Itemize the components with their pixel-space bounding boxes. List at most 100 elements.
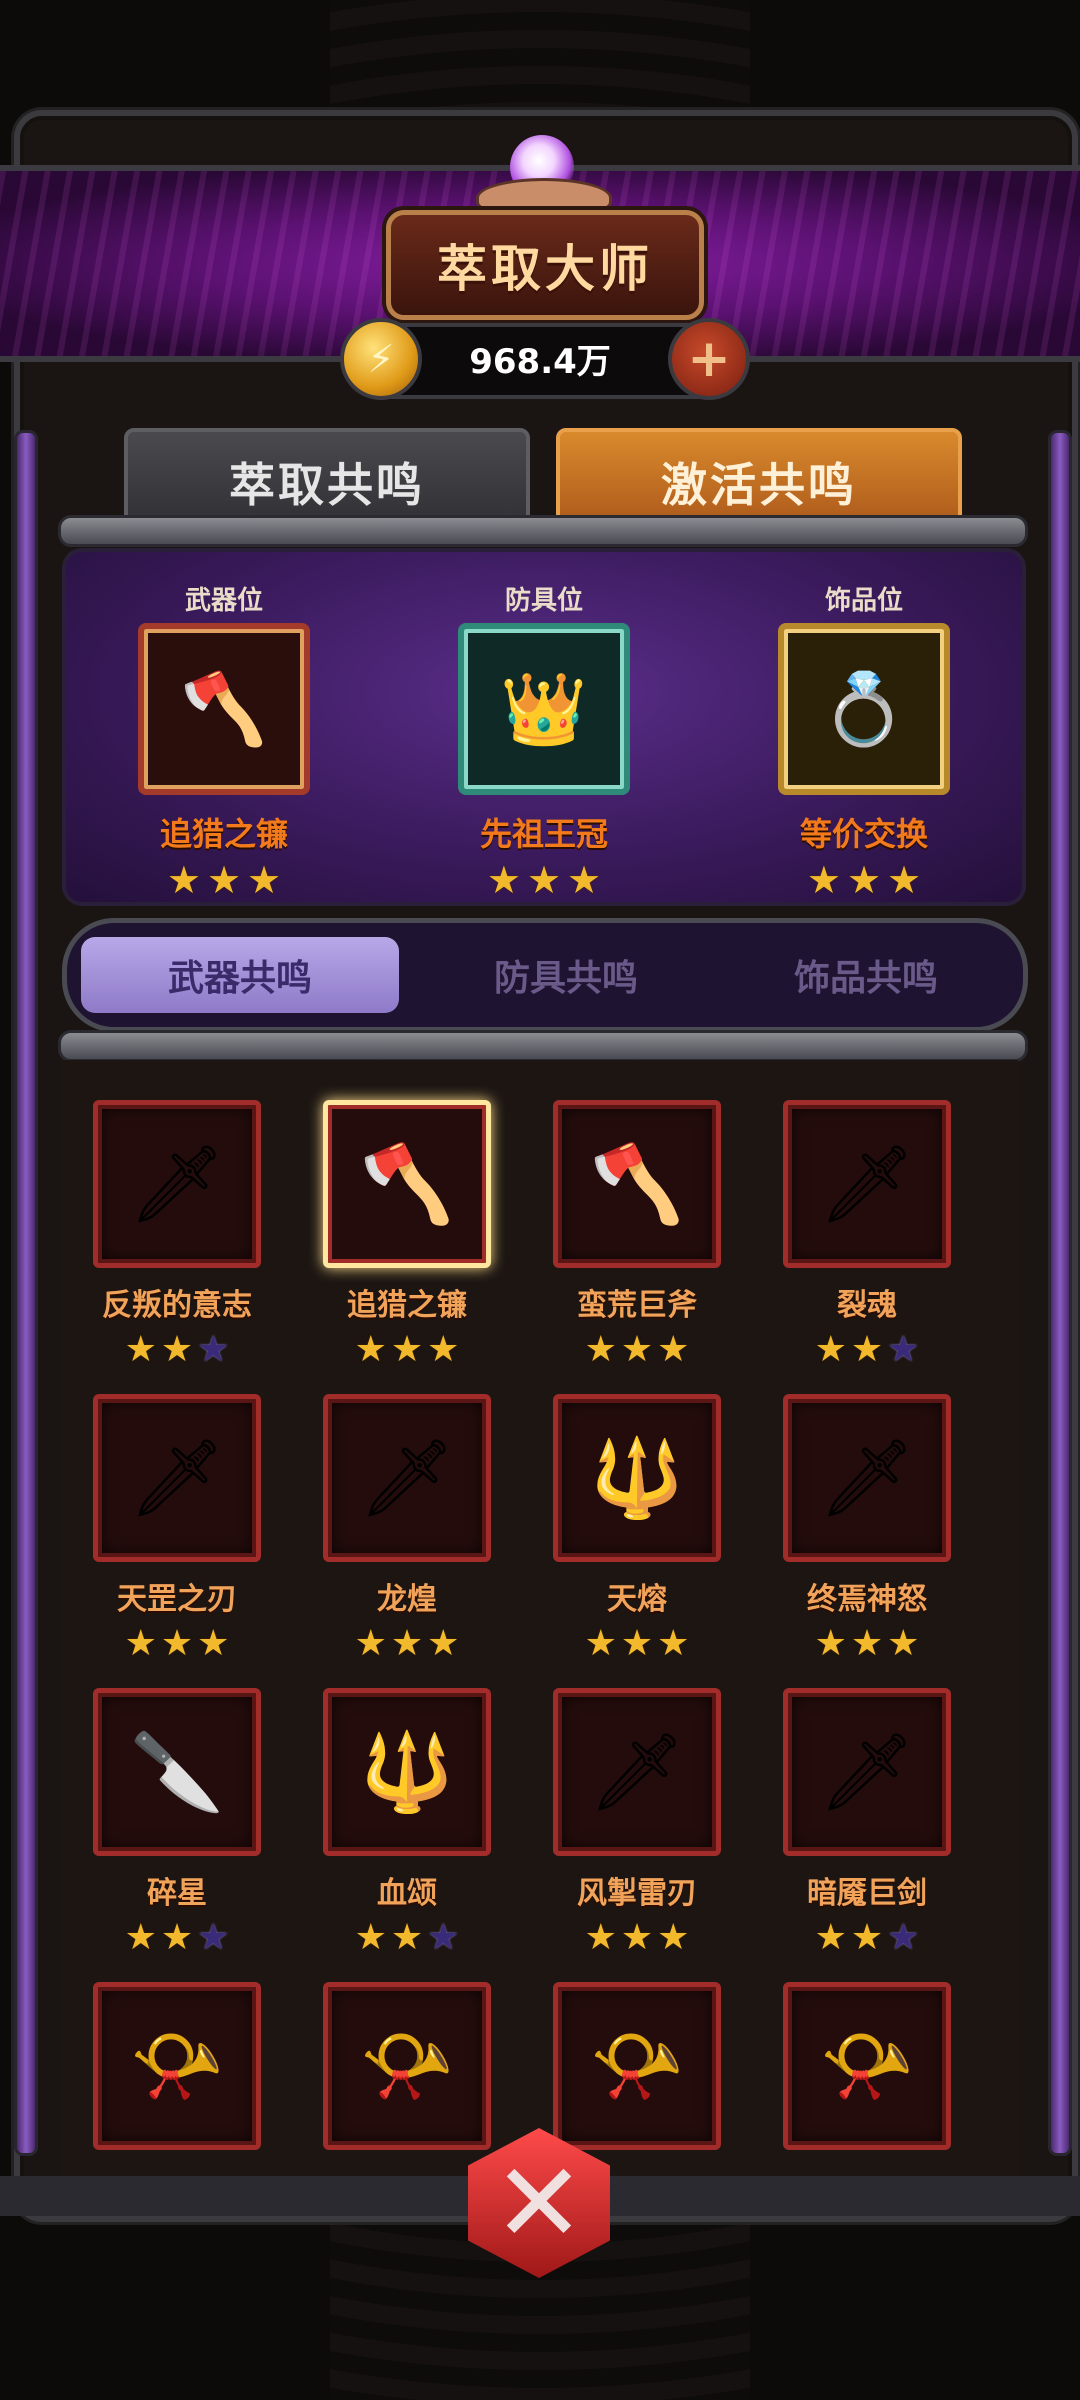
star-filled-icon: ★ bbox=[814, 1329, 847, 1370]
slot-item-name: 先祖王冠 bbox=[479, 815, 608, 853]
weapon-item[interactable]: 🔪 碎星 ★ ★ ★ bbox=[62, 1688, 292, 1956]
weapon-item[interactable]: 🪓 蛮荒巨斧 ★ ★ ★ bbox=[522, 1100, 752, 1368]
star-rating: ★ ★ ★ bbox=[522, 1332, 752, 1368]
horn-icon: 📯 bbox=[783, 1982, 951, 2150]
star-rating: ★ ★ ★ bbox=[746, 861, 982, 899]
star-filled-icon: ★ bbox=[390, 1917, 424, 1958]
star-filled-icon: ★ bbox=[887, 858, 922, 902]
star-rating: ★ ★ ★ bbox=[62, 1626, 292, 1662]
currency-amount: 968.4万 bbox=[469, 342, 611, 382]
weapon-item[interactable]: 🗡 终焉神怒 ★ ★ ★ bbox=[752, 1394, 982, 1662]
weapon-item[interactable]: 🗡 反叛的意志 ★ ★ ★ bbox=[62, 1100, 292, 1368]
star-filled-icon: ★ bbox=[814, 1917, 847, 1958]
star-filled-icon: ★ bbox=[354, 1623, 387, 1664]
weapon-item[interactable]: 🔱 天熔 ★ ★ ★ bbox=[522, 1394, 752, 1662]
armor-slot[interactable]: 防具位 👑 先祖王冠 ★ ★ ★ bbox=[426, 580, 662, 899]
weapon-item[interactable]: 📯 bbox=[752, 1982, 982, 2162]
accessory-slot[interactable]: 饰品位 💍 等价交换 ★ ★ ★ bbox=[746, 580, 982, 899]
star-rating: ★ ★ ★ bbox=[752, 1626, 982, 1662]
tab-label: 萃取共鸣 bbox=[229, 458, 425, 512]
divider bbox=[58, 515, 1028, 547]
star-filled-icon: ★ bbox=[567, 858, 602, 902]
weapon-item[interactable]: 📯 bbox=[62, 1982, 292, 2162]
star-filled-icon: ★ bbox=[160, 1917, 194, 1958]
star-filled-icon: ★ bbox=[887, 1623, 920, 1664]
right-rail bbox=[1048, 430, 1072, 2156]
weapon-item[interactable]: 🗡 风掣雷刃 ★ ★ ★ bbox=[522, 1688, 752, 1956]
star-filled-icon: ★ bbox=[850, 1329, 884, 1370]
star-rating: ★ ★ ★ bbox=[292, 1626, 522, 1662]
sword-icon: 🗡 bbox=[323, 1394, 491, 1562]
slot-item-name: 追猎之镰 bbox=[159, 815, 288, 853]
star-filled-icon: ★ bbox=[846, 858, 882, 902]
left-rail bbox=[14, 430, 38, 2156]
star-filled-icon: ★ bbox=[620, 1329, 654, 1370]
star-empty-icon: ★ bbox=[887, 1329, 920, 1370]
axe-icon: 🪓 bbox=[553, 1100, 721, 1268]
tab-accessory-resonance[interactable]: 饰品共鸣 bbox=[707, 937, 1025, 1013]
star-filled-icon: ★ bbox=[806, 858, 841, 902]
item-name: 血颂 bbox=[377, 1876, 437, 1911]
slot-item-name: 等价交换 bbox=[799, 815, 928, 853]
star-filled-icon: ★ bbox=[850, 1623, 884, 1664]
weapon-item[interactable]: 🗡 天罡之刃 ★ ★ ★ bbox=[62, 1394, 292, 1662]
star-empty-icon: ★ bbox=[197, 1329, 230, 1370]
star-rating: ★ ★ ★ bbox=[522, 1920, 752, 1956]
dagger-icon: 🔪 bbox=[93, 1688, 261, 1856]
star-filled-icon: ★ bbox=[247, 858, 282, 902]
item-name: 裂魂 bbox=[837, 1288, 897, 1323]
star-rating: ★ ★ ★ bbox=[62, 1332, 292, 1368]
star-filled-icon: ★ bbox=[124, 1623, 157, 1664]
star-empty-icon: ★ bbox=[427, 1917, 460, 1958]
tab-armor-resonance[interactable]: 防具共鸣 bbox=[407, 937, 725, 1013]
star-filled-icon: ★ bbox=[584, 1917, 617, 1958]
star-filled-icon: ★ bbox=[620, 1623, 654, 1664]
star-filled-icon: ★ bbox=[124, 1329, 157, 1370]
plus-icon: + bbox=[687, 329, 731, 389]
item-name: 碎星 bbox=[147, 1876, 207, 1911]
weapon-item[interactable]: 🗡 裂魂 ★ ★ ★ bbox=[752, 1100, 982, 1368]
star-filled-icon: ★ bbox=[427, 1623, 460, 1664]
weapon-item[interactable]: 🪓 追猎之镰 ★ ★ ★ bbox=[292, 1100, 522, 1368]
slot-label: 饰品位 bbox=[824, 586, 903, 616]
sword-icon: 🗡 bbox=[783, 1688, 951, 1856]
weapon-item[interactable]: 🔱 血颂 ★ ★ ★ bbox=[292, 1688, 522, 1956]
star-filled-icon: ★ bbox=[526, 858, 562, 902]
star-rating: ★ ★ ★ bbox=[522, 1626, 752, 1662]
weapon-item[interactable]: 🗡 暗魇巨剑 ★ ★ ★ bbox=[752, 1688, 982, 1956]
crown-icon: 👑 bbox=[458, 623, 630, 795]
page-title: 萃取大师 bbox=[437, 240, 653, 298]
star-filled-icon: ★ bbox=[160, 1329, 194, 1370]
add-currency-button[interactable]: + bbox=[668, 318, 750, 400]
weapon-slot[interactable]: 武器位 🪓 追猎之镰 ★ ★ ★ bbox=[106, 580, 342, 899]
weapon-item[interactable]: 📯 bbox=[522, 1982, 752, 2162]
star-empty-icon: ★ bbox=[887, 1917, 920, 1958]
item-name: 反叛的意志 bbox=[102, 1288, 252, 1323]
star-rating: ★ ★ ★ bbox=[752, 1920, 982, 1956]
item-name: 追猎之镰 bbox=[347, 1288, 467, 1323]
star-filled-icon: ★ bbox=[814, 1623, 847, 1664]
star-filled-icon: ★ bbox=[206, 858, 242, 902]
star-rating: ★ ★ ★ bbox=[106, 861, 342, 899]
star-filled-icon: ★ bbox=[850, 1917, 884, 1958]
sub-tab-bar: 武器共鸣 防具共鸣 饰品共鸣 bbox=[62, 918, 1028, 1032]
sword-icon: 🗡 bbox=[783, 1100, 951, 1268]
star-filled-icon: ★ bbox=[390, 1329, 424, 1370]
star-rating: ★ ★ ★ bbox=[752, 1332, 982, 1368]
tab-weapon-resonance[interactable]: 武器共鸣 bbox=[81, 937, 399, 1013]
tab-label: 激活共鸣 bbox=[661, 458, 857, 512]
star-filled-icon: ★ bbox=[620, 1917, 654, 1958]
item-name: 暗魇巨剑 bbox=[807, 1876, 927, 1911]
weapon-item[interactable]: 🗡 龙煌 ★ ★ ★ bbox=[292, 1394, 522, 1662]
item-name: 天熔 bbox=[607, 1582, 667, 1617]
star-filled-icon: ★ bbox=[354, 1917, 387, 1958]
slot-label: 防具位 bbox=[504, 586, 583, 616]
star-filled-icon: ★ bbox=[427, 1329, 460, 1370]
star-filled-icon: ★ bbox=[486, 858, 521, 902]
title-plate: 萃取大师 bbox=[386, 210, 704, 320]
item-name: 蛮荒巨斧 bbox=[577, 1288, 697, 1323]
star-filled-icon: ★ bbox=[354, 1329, 387, 1370]
weapon-item[interactable]: 📯 bbox=[292, 1982, 522, 2162]
star-rating: ★ ★ ★ bbox=[292, 1920, 522, 1956]
star-filled-icon: ★ bbox=[390, 1623, 424, 1664]
